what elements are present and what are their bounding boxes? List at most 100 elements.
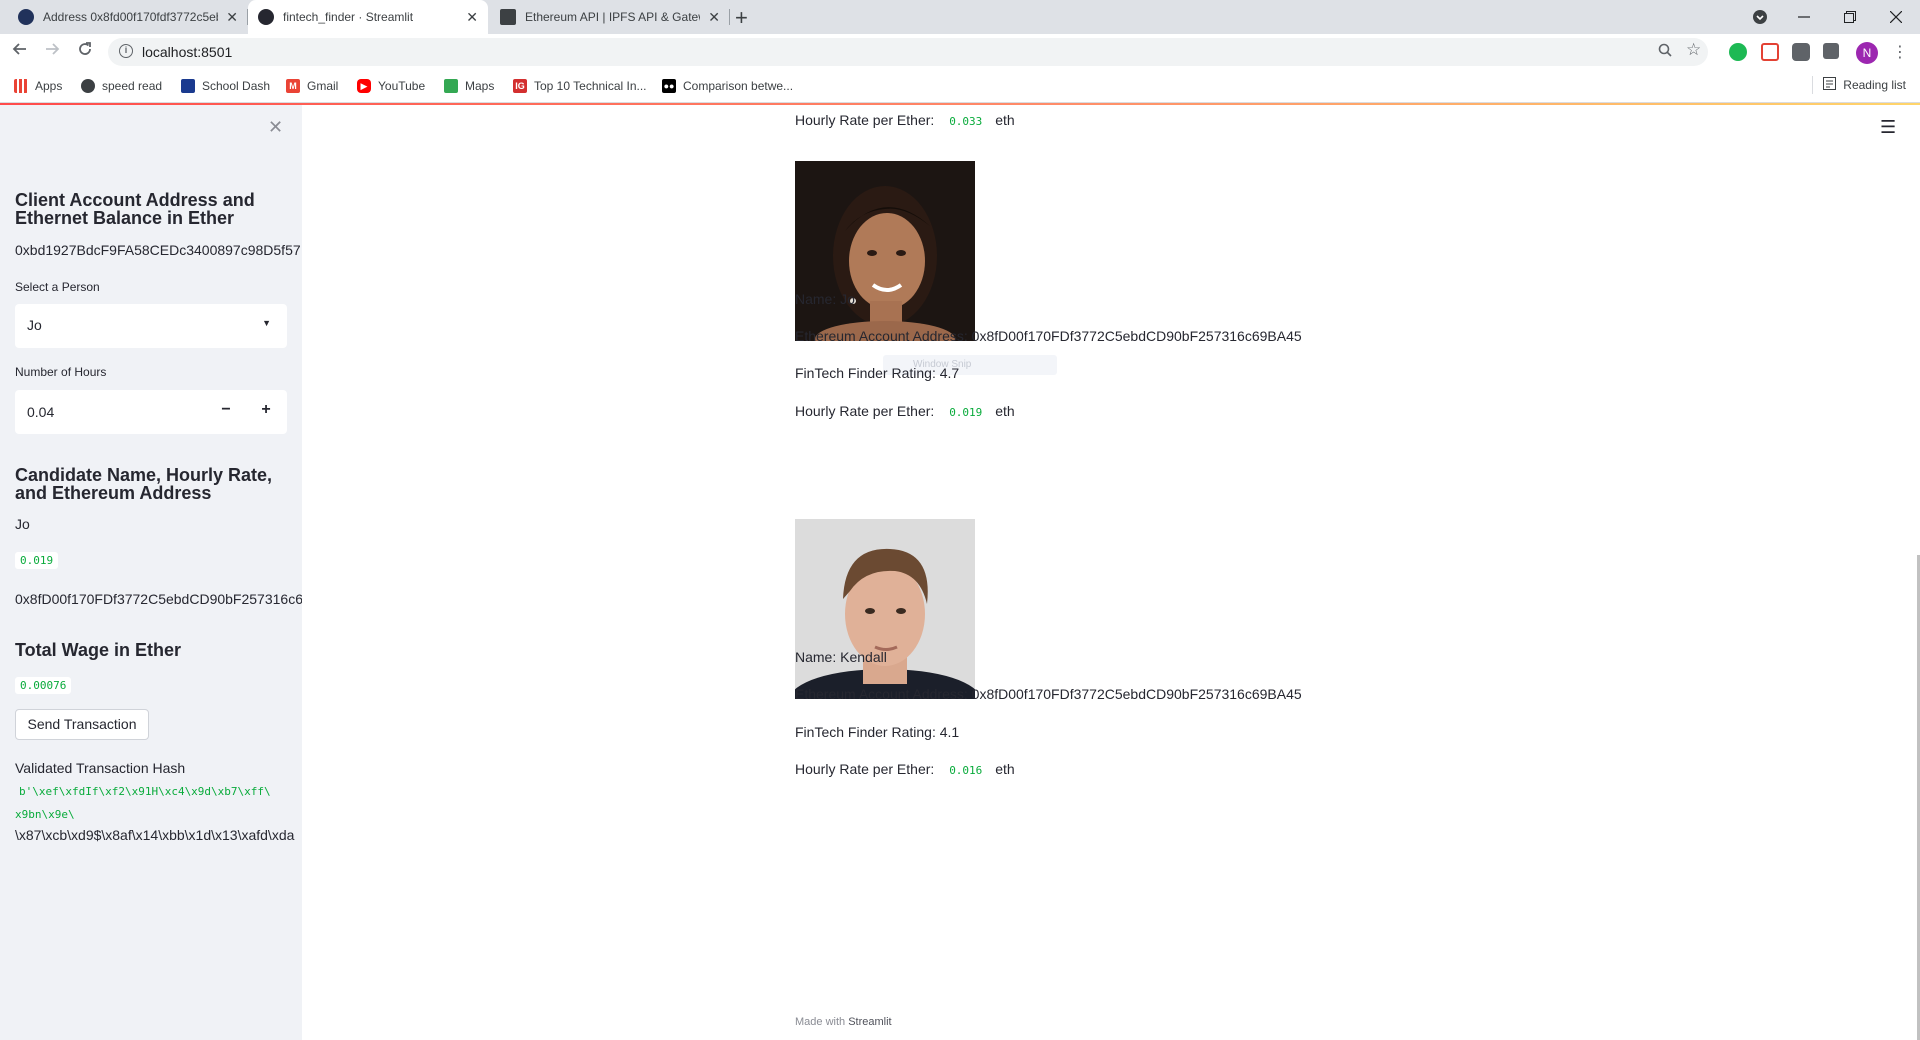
send-transaction-button[interactable]: Send Transaction — [15, 709, 149, 740]
rate-value: 0.016 — [944, 762, 988, 779]
candidate-heading: Candidate Name, Hourly Rate, and Ethereu… — [15, 465, 273, 503]
bookmark-speed-read[interactable]: speed read — [81, 76, 162, 96]
tab-search-icon[interactable] — [1752, 0, 1768, 34]
bookmark-apps[interactable]: Apps — [14, 76, 62, 96]
browser-toolbar: i localhost:8501 ☆ N ⋮ — [0, 34, 1920, 70]
candidate-photo — [795, 519, 975, 699]
tab-title: Ethereum API | IPFS API & Gatew — [525, 10, 701, 24]
reload-icon[interactable] — [77, 41, 93, 62]
bookmark-label: speed read — [102, 79, 163, 93]
rate-unit: eth — [995, 761, 1015, 777]
bookmark-comparison[interactable]: ●● Comparison betwe... — [662, 76, 793, 96]
zoom-icon[interactable] — [1658, 43, 1672, 61]
maps-icon — [444, 79, 458, 93]
rate-label: Hourly Rate per Ether: — [795, 112, 935, 128]
url-text[interactable]: localhost:8501 — [142, 44, 232, 60]
bookmark-school-dash[interactable]: School Dash — [181, 76, 270, 96]
bookmark-maps[interactable]: Maps — [444, 76, 494, 96]
apps-grid-icon — [14, 79, 28, 93]
candidate-name-line: Name: Jo — [795, 291, 855, 307]
sidebar: ✕ Client Account Address and Ethernet Ba… — [0, 105, 302, 1040]
hash-line-3: \x87\xcb\xd9$\x8af\x14\xbb\x1d\x13\xafd\… — [15, 827, 295, 843]
decrement-button[interactable]: − — [215, 401, 237, 419]
rate-label: Hourly Rate per Ether: — [795, 761, 935, 777]
wage-value-code: 0.00076 — [15, 677, 72, 694]
tab-etherscan[interactable]: Address 0x8fd00f170fdf3772c5eb ✕ — [8, 0, 248, 34]
tab-title: Address 0x8fd00f170fdf3772c5eb — [43, 10, 219, 24]
forward-icon[interactable] — [44, 41, 60, 62]
hash-line-1: b'\xef\xfdIf\xf2\x91H\xc4\x9d\xb7\xff\ — [15, 782, 275, 798]
bookmark-gmail[interactable]: M Gmail — [286, 76, 338, 96]
streamlit-icon — [258, 9, 274, 25]
bookmark-label: Maps — [465, 79, 495, 93]
new-tab-button[interactable]: + — [735, 5, 748, 31]
bookmark-top-10[interactable]: IG Top 10 Technical In... — [513, 76, 647, 96]
close-sidebar-icon[interactable]: ✕ — [268, 117, 283, 138]
wage-heading: Total Wage in Ether — [15, 640, 182, 660]
site-info-icon[interactable]: i — [119, 44, 133, 58]
candidate-rating-line: FinTech Finder Rating: 4.7 — [795, 365, 960, 381]
bookmark-label: Comparison betwe... — [683, 79, 794, 93]
extensions-puzzle-icon[interactable] — [1823, 43, 1839, 59]
ig-icon: IG — [513, 79, 527, 93]
close-tab-icon[interactable]: ✕ — [708, 9, 720, 26]
rate-unit: eth — [995, 403, 1015, 419]
account-heading: Client Account Address and Ethernet Bala… — [15, 190, 255, 228]
profile-avatar[interactable]: N — [1856, 42, 1878, 64]
close-window-icon[interactable] — [1890, 0, 1902, 34]
gmail-icon: M — [286, 79, 300, 93]
medium-icon: ●● — [662, 79, 676, 93]
account-address: 0xbd1927BdcF9FA58CEDc3400897c98D5f57 — [15, 242, 301, 258]
candidate-name: Jo — [15, 516, 30, 532]
hamburger-menu-icon[interactable]: ☰ — [1880, 117, 1896, 138]
candidate-name-line: Name: Kendall — [795, 649, 887, 665]
hours-number-input[interactable]: 0.04 − + — [15, 390, 287, 434]
address-bar[interactable]: i localhost:8501 ☆ — [108, 38, 1708, 66]
close-tab-icon[interactable]: ✕ — [226, 9, 238, 26]
candidate-rate-code: 0.019 — [15, 552, 59, 569]
rate-unit: eth — [995, 112, 1015, 128]
tab-title: fintech_finder · Streamlit — [283, 10, 414, 24]
select-person-dropdown[interactable]: Jo ▼ — [15, 304, 287, 348]
wage-value: 0.00076 — [15, 676, 72, 694]
etherscan-icon — [18, 9, 34, 25]
close-tab-icon[interactable]: ✕ — [466, 9, 478, 26]
bookmark-star-icon[interactable]: ☆ — [1686, 40, 1701, 60]
reading-list-label: Reading list — [1843, 78, 1906, 92]
extension-green-icon[interactable] — [1729, 43, 1747, 61]
reading-list-icon — [1823, 77, 1837, 93]
infura-icon — [500, 9, 516, 25]
candidate-rating-line: FinTech Finder Rating: 4.1 — [795, 724, 960, 740]
rate-value: 0.033 — [944, 113, 988, 130]
increment-button[interactable]: + — [255, 401, 277, 419]
back-icon[interactable] — [12, 41, 28, 62]
restore-icon[interactable] — [1844, 0, 1856, 34]
hash-label: Validated Transaction Hash — [15, 760, 186, 776]
extension-pdf-icon[interactable] — [1761, 43, 1779, 61]
candidate-address-line: Ethereum Account Address: 0x8fD00f170FDf… — [795, 328, 1302, 344]
select-person-value: Jo — [27, 317, 42, 333]
select-person-label: Select a Person — [15, 280, 100, 294]
bookmark-label: YouTube — [378, 79, 426, 93]
youtube-icon: ▶ — [357, 79, 371, 93]
footer-streamlit-link[interactable]: Streamlit — [848, 1016, 891, 1028]
footer-prefix: Made with — [795, 1016, 846, 1028]
bookmark-youtube[interactable]: ▶ YouTube — [357, 76, 425, 96]
main-content: ☰ Hourly Rate per Ether: 0.033 eth Name:… — [302, 105, 1920, 1040]
browser-menu-icon[interactable]: ⋮ — [1892, 42, 1908, 62]
footer: Made with Streamlit — [795, 1016, 892, 1028]
hours-value[interactable]: 0.04 — [27, 404, 54, 420]
candidate-photo — [795, 161, 975, 341]
hash-code-1: b'\xef\xfdIf\xf2\x91H\xc4\x9d\xb7\xff\ — [15, 785, 275, 798]
reading-list[interactable]: Reading list — [1812, 76, 1906, 94]
divider — [1812, 76, 1814, 94]
candidate-address: 0x8fD00f170FDf3772C5ebdCD90bF257316c69BA… — [15, 591, 302, 607]
tab-streamlit[interactable]: fintech_finder · Streamlit ✕ — [248, 0, 488, 34]
bookmark-label: Top 10 Technical In... — [534, 79, 647, 93]
extension-gear-icon[interactable] — [1792, 43, 1810, 61]
tab-bar: Address 0x8fd00f170fdf3772c5eb ✕ fintech… — [0, 0, 1920, 34]
minimize-icon[interactable] — [1798, 0, 1810, 34]
globe-icon — [81, 79, 95, 93]
rate-value: 0.019 — [944, 404, 988, 421]
tab-infura[interactable]: Ethereum API | IPFS API & Gatew ✕ — [490, 0, 730, 34]
